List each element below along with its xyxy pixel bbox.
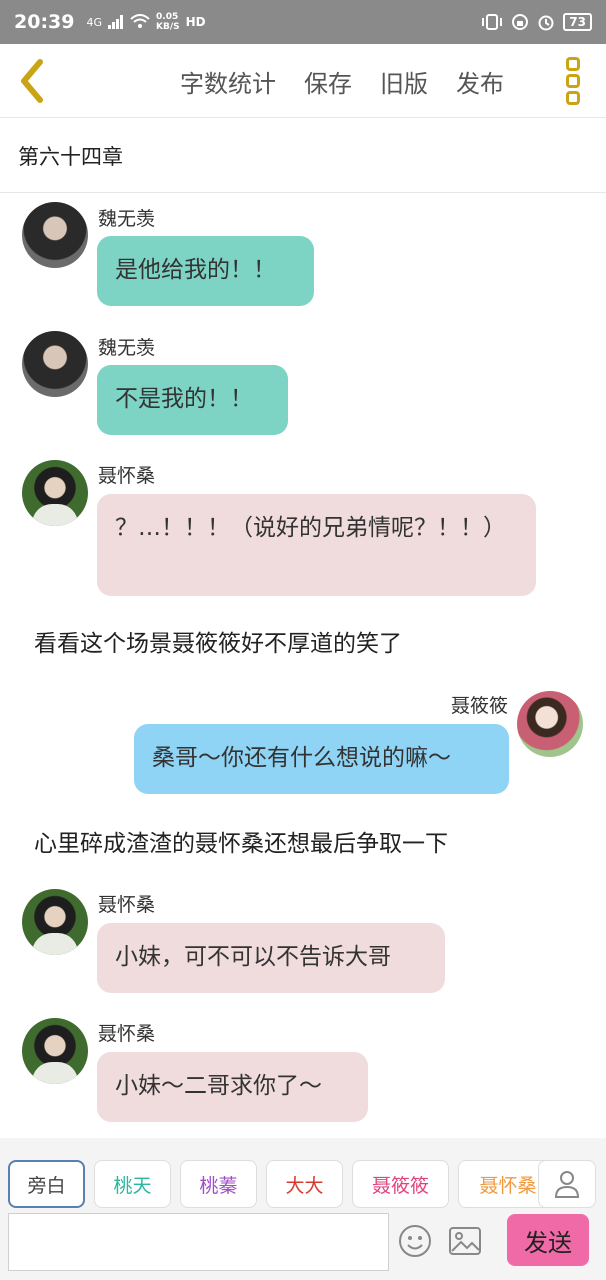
- word-count-button[interactable]: 字数统计: [180, 64, 276, 99]
- more-icon[interactable]: [566, 57, 584, 105]
- vibrate-icon: [482, 14, 503, 30]
- avatar-nie-huaisang[interactable]: [22, 1018, 88, 1084]
- narration-text[interactable]: 心里碎成渣渣的聂怀桑还想最后争取一下: [34, 824, 448, 858]
- message-input[interactable]: [8, 1213, 389, 1271]
- network-speed-value: 0.05: [156, 12, 179, 22]
- narration-text[interactable]: 看看这个场景聂筱筱好不厚道的笑了: [34, 624, 402, 658]
- message-bubble[interactable]: 小妹，可不可以不告诉大哥: [97, 923, 445, 993]
- publish-button[interactable]: 发布: [456, 64, 504, 99]
- send-button[interactable]: 发送: [507, 1214, 589, 1266]
- message-bubble[interactable]: ？…！！！（说好的兄弟情呢？！！）: [97, 494, 536, 596]
- lock-rotation-icon: [512, 14, 529, 30]
- sender-name: 魏无羡: [98, 337, 156, 359]
- sender-name: 聂筱筱: [450, 695, 508, 717]
- status-time: 20:39: [14, 11, 75, 33]
- avatar-nie-huaisang[interactable]: [22, 460, 88, 526]
- user-button[interactable]: [538, 1160, 596, 1208]
- composer: 发送: [0, 1210, 606, 1280]
- battery-level: 73: [563, 13, 592, 31]
- character-button-dada[interactable]: 大大: [266, 1160, 343, 1208]
- status-bar: 20:39 4G 0.05 KB/S HD 73: [0, 0, 606, 44]
- hd-indicator: HD: [185, 15, 206, 29]
- avatar-wei-wuxian[interactable]: [22, 202, 88, 268]
- sender-name: 魏无羡: [98, 208, 156, 230]
- user-icon: [554, 1171, 580, 1198]
- character-button-nie-xiaoxiao[interactable]: 聂筱筱: [352, 1160, 449, 1208]
- sender-name: 聂怀桑: [98, 1023, 156, 1045]
- message-bubble[interactable]: 桑哥～你还有什么想说的嘛～: [134, 724, 509, 794]
- message-bubble[interactable]: 不是我的！！: [97, 365, 288, 435]
- character-button-taozhen[interactable]: 桃蓁: [180, 1160, 257, 1208]
- back-button[interactable]: [14, 58, 54, 104]
- network-type: 4G: [86, 15, 103, 29]
- alarm-icon: [538, 15, 554, 31]
- image-button[interactable]: [448, 1226, 482, 1256]
- avatar-nie-huaisang[interactable]: [22, 889, 88, 955]
- chat-area[interactable]: 魏无羡 是他给我的！！ 魏无羡 不是我的！！ 聂怀桑 ？…！！！（说好的兄弟情呢…: [0, 194, 606, 1138]
- sender-name: 聂怀桑: [98, 465, 156, 487]
- avatar-nie-xiaoxiao[interactable]: [517, 691, 583, 757]
- wifi-icon: [130, 14, 150, 28]
- message-bubble[interactable]: 是他给我的！！: [97, 236, 314, 306]
- signal-icon: [108, 15, 124, 29]
- network-speed-unit: KB/S: [156, 22, 180, 32]
- save-button[interactable]: 保存: [304, 64, 352, 99]
- sender-name: 聂怀桑: [98, 894, 156, 916]
- image-icon: [449, 1227, 481, 1255]
- character-button-narrator[interactable]: 旁白: [8, 1160, 85, 1208]
- top-nav: 字数统计 保存 旧版 发布: [0, 44, 606, 118]
- character-button-taotian[interactable]: 桃天: [94, 1160, 171, 1208]
- nav-actions: 字数统计 保存 旧版 发布: [180, 44, 532, 118]
- avatar-wei-wuxian[interactable]: [22, 331, 88, 397]
- emoji-icon: [399, 1225, 431, 1257]
- chapter-title[interactable]: 第六十四章: [0, 119, 606, 193]
- old-version-button[interactable]: 旧版: [380, 64, 428, 99]
- back-icon: [21, 59, 43, 103]
- emoji-button[interactable]: [398, 1224, 432, 1258]
- character-selector: 旁白 桃天 桃蓁 大大 聂筱筱 聂怀桑: [0, 1138, 606, 1210]
- message-bubble[interactable]: 小妹～二哥求你了～: [97, 1052, 368, 1122]
